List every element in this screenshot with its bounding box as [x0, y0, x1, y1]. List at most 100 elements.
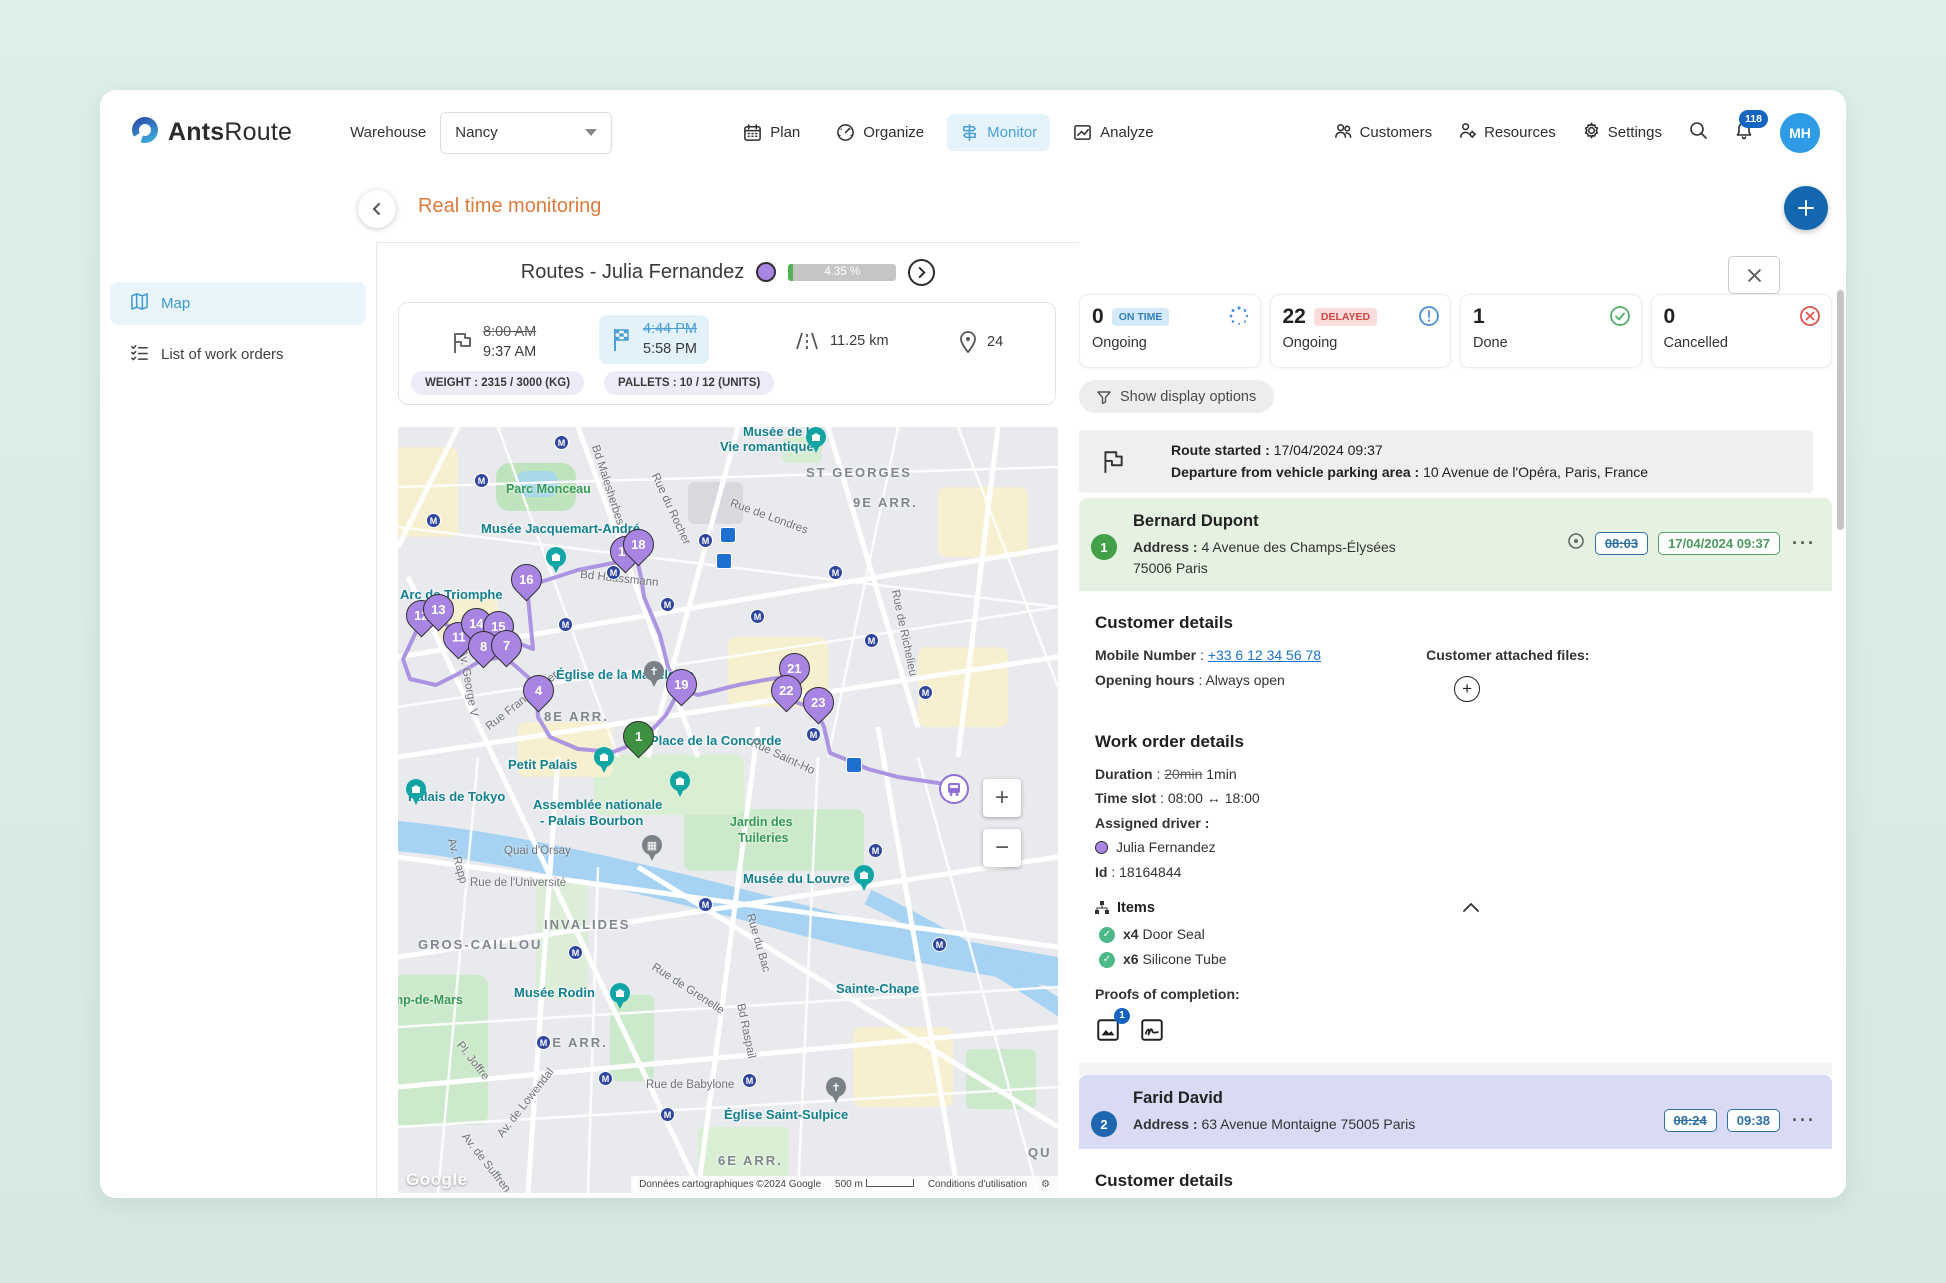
map-label-poi: Place de la Concorde [650, 733, 782, 748]
tab-analyze[interactable]: Analyze [1060, 114, 1166, 151]
stop-menu-button[interactable]: ··· [1792, 1110, 1816, 1131]
map-zoom-in-button[interactable]: + [983, 779, 1021, 817]
map-label-park: mp-de-Mars [398, 993, 463, 1007]
chevron-down-icon [585, 129, 597, 136]
status-count: 22 [1283, 305, 1306, 329]
map-label-district: QU [1028, 1145, 1052, 1160]
metro-station-icon: M [698, 897, 713, 912]
metro-station-icon: M [918, 685, 933, 700]
proof-photo-button[interactable]: 1 [1095, 1017, 1121, 1046]
metro-station-icon: M [568, 945, 583, 960]
panel-scrollbar[interactable] [1837, 290, 1844, 530]
metro-station-icon: M [474, 473, 489, 488]
map-stop-marker-16[interactable]: 16 [505, 558, 549, 602]
weight-badge: WEIGHT : 2315 / 3000 (KG) [411, 371, 584, 395]
map-stop-marker-23[interactable]: 23 [797, 681, 841, 725]
map-label-street: Rue de Richelieu [889, 589, 919, 677]
tab-organize[interactable]: Organize [823, 114, 937, 151]
screen: AntsRoute Warehouse Nancy PlanOrganizeMo… [0, 0, 1946, 1283]
tab-monitor[interactable]: Monitor [947, 114, 1050, 151]
map-stop-marker-19[interactable]: 19 [660, 663, 704, 707]
next-route-button[interactable] [908, 259, 935, 286]
item-check-icon: ✓ [1099, 927, 1115, 943]
back-button[interactable] [358, 190, 396, 228]
metro-station-icon: M [750, 609, 765, 624]
poi-pin-icon [670, 771, 690, 791]
metro-station-icon: M [864, 633, 879, 648]
route-progress-bar: 4.35 % [788, 264, 896, 281]
items-section-header[interactable]: Items [1095, 900, 1816, 916]
mobile-number-row: Mobile Number : +33 6 12 34 56 78 [1095, 643, 1321, 668]
metro-station-icon: M [558, 617, 573, 632]
notifications-button[interactable]: 118 [1734, 120, 1754, 145]
poi-pin-icon [546, 547, 566, 567]
proof-signature-button[interactable] [1139, 1017, 1165, 1046]
status-label: Ongoing [1092, 335, 1248, 351]
status-card-done[interactable]: 1Done [1460, 294, 1642, 368]
chevron-up-icon[interactable] [1463, 900, 1479, 916]
filter-icon [1097, 390, 1111, 404]
status-card-cancelled[interactable]: 0Cancelled [1651, 294, 1833, 368]
brand-logo[interactable]: AntsRoute [130, 115, 292, 150]
landmark-pin-icon: ✝ [644, 661, 664, 681]
vehicle-position-icon[interactable] [939, 774, 969, 804]
search-button[interactable] [1688, 120, 1708, 145]
map-label-poi: Vie romantique [720, 439, 814, 454]
show-display-options-button[interactable]: Show display options [1079, 380, 1274, 413]
google-logo: Google [406, 1170, 468, 1190]
nav-settings[interactable]: Settings [1582, 121, 1662, 144]
map-stop-marker-4[interactable]: 4 [517, 669, 561, 713]
landmark-pin-icon: ▦ [642, 835, 662, 855]
status-count: 0 [1092, 305, 1104, 329]
map-zoom-out-button[interactable]: − [983, 829, 1021, 867]
poi-pin-icon [594, 747, 614, 767]
alert-circle-icon [1418, 305, 1440, 332]
locate-stop-icon[interactable] [1567, 532, 1585, 555]
warehouse-select[interactable]: Nancy [440, 112, 612, 154]
status-card-on-time[interactable]: 0ON TIMEOngoing [1079, 294, 1261, 368]
work-order-details-heading: Work order details [1095, 732, 1816, 752]
add-file-button[interactable]: + [1454, 676, 1480, 702]
map-terms-link[interactable]: Conditions d'utilisation [928, 1179, 1027, 1190]
user-avatar[interactable]: MH [1780, 113, 1820, 153]
rail-station-icon [716, 553, 732, 569]
landmark-pin-icon: ✝ [826, 1077, 846, 1097]
flag-icon [451, 331, 473, 355]
metro-station-icon: M [698, 533, 713, 548]
map-stop-marker-1[interactable]: 1 [617, 715, 661, 759]
tab-label: Monitor [987, 124, 1037, 141]
map-label-district: GROS-CAILLOU [418, 937, 542, 952]
sidebar-item-list-of-work-orders[interactable]: List of work orders [110, 333, 366, 376]
map-settings-icon[interactable]: ⚙ [1041, 1179, 1050, 1190]
poi-pin-icon [610, 983, 630, 1003]
map-label-street: Rue de Babylone [646, 1079, 734, 1091]
stop-card-bernard-dupont[interactable]: 1 Bernard Dupont Address : 4 Avenue des … [1079, 498, 1832, 1046]
sidebar-item-map[interactable]: Map [110, 282, 366, 325]
actual-time-chip: 09:38 [1727, 1109, 1780, 1132]
stop-card-farid-david[interactable]: 2 Farid David Address : 63 Avenue Montai… [1079, 1075, 1832, 1198]
customer-details-heading: Customer details [1095, 1171, 1816, 1191]
show-display-options-label: Show display options [1120, 389, 1256, 405]
nav-resources[interactable]: Resources [1458, 121, 1556, 144]
tab-label: Plan [770, 124, 800, 141]
poi-pin-icon [806, 427, 826, 447]
map-label-street: Pl. Joffre [454, 1040, 491, 1083]
close-panel-button[interactable] [1728, 256, 1780, 294]
add-button[interactable] [1784, 186, 1828, 230]
map-attribution: Données cartographiques ©2024 Google 500… [631, 1176, 1058, 1193]
status-card-delayed[interactable]: 22DELAYEDOngoing [1270, 294, 1452, 368]
stop-menu-button[interactable]: ··· [1792, 533, 1816, 554]
chevron-right-icon [916, 267, 927, 278]
map-canvas[interactable]: Musée de laVie romantiqueST GEORGES9E AR… [398, 427, 1058, 1193]
mobile-number-link[interactable]: +33 6 12 34 56 78 [1208, 647, 1321, 663]
close-icon [1748, 269, 1761, 282]
page-title: Real time monitoring [418, 195, 601, 218]
road-icon [794, 331, 820, 351]
nav-customers[interactable]: Customers [1334, 121, 1433, 144]
tab-plan[interactable]: Plan [730, 114, 813, 151]
nav-label: Resources [1484, 124, 1556, 141]
map-label-district: ST GEORGES [806, 465, 912, 480]
metro-station-icon: M [932, 937, 947, 952]
departure-label: Departure from vehicle parking area : [1171, 464, 1419, 480]
status-count: 1 [1473, 305, 1485, 329]
